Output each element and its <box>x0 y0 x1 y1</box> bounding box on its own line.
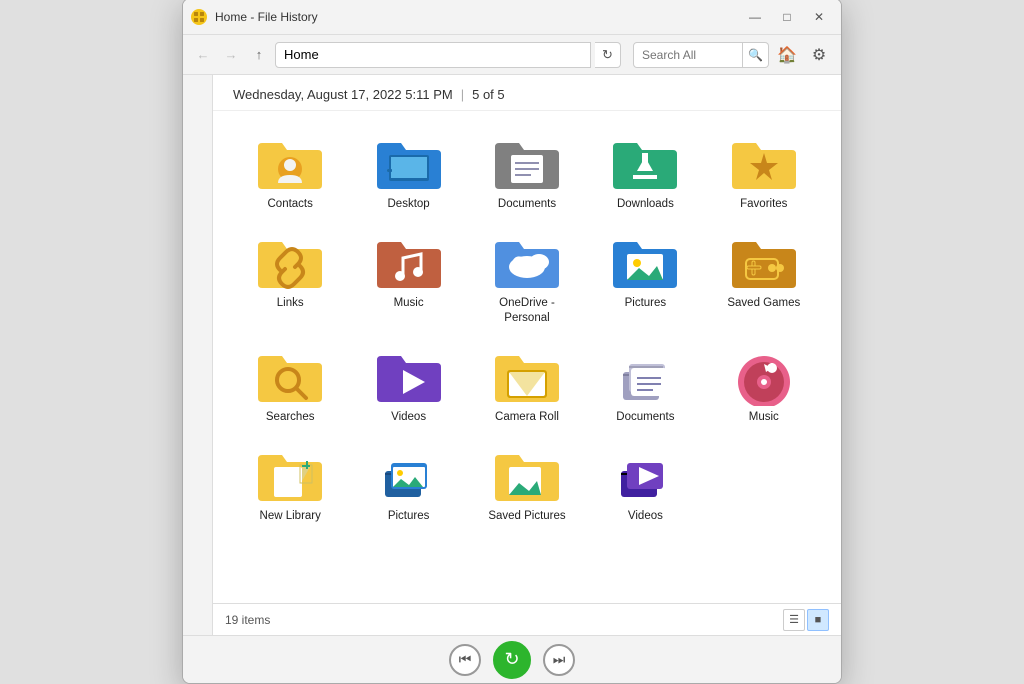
folder-music-lib[interactable]: Music <box>707 340 821 431</box>
address-bar[interactable] <box>275 42 591 68</box>
folder-newlibrary[interactable]: New Library <box>233 439 347 530</box>
folder-onedrive[interactable]: OneDrive - Personal <box>470 226 584 332</box>
folder-documents[interactable]: Documents <box>470 127 584 218</box>
folder-savedgames[interactable]: Saved Games <box>707 226 821 332</box>
home-button[interactable]: 🏠 <box>773 41 801 69</box>
window-title: Home - File History <box>215 10 741 24</box>
folder-videos-lib[interactable]: Videos <box>588 439 702 530</box>
search-bar: 🔍 <box>633 42 769 68</box>
folder-savedpictures[interactable]: Saved Pictures <box>470 439 584 530</box>
folder-contacts-label: Contacts <box>268 197 313 212</box>
item-count: 19 items <box>225 613 270 627</box>
folder-searches-label: Searches <box>266 410 315 425</box>
grid-view-button[interactable]: ■ <box>807 609 829 631</box>
folder-cameraroll-icon <box>491 346 563 406</box>
folder-videos-lib-label: Videos <box>628 509 663 524</box>
folder-downloads-icon <box>609 133 681 193</box>
search-input[interactable] <box>633 42 743 68</box>
folder-links[interactable]: Links <box>233 226 347 332</box>
folder-pictures-label: Pictures <box>625 296 667 311</box>
icons-grid: Contacts Desktop <box>213 111 841 603</box>
folder-cameraroll[interactable]: Camera Roll <box>470 340 584 431</box>
title-bar: Home - File History — □ ✕ <box>183 0 841 35</box>
window-controls: — □ ✕ <box>741 7 833 27</box>
folder-contacts[interactable]: Contacts <box>233 127 347 218</box>
folder-pictures-lib-icon <box>373 445 445 505</box>
last-button[interactable]: ⏭ <box>543 644 575 676</box>
folder-documents-lib-icon <box>609 346 681 406</box>
settings-button[interactable]: ⚙ <box>805 41 833 69</box>
folder-links-icon <box>254 232 326 292</box>
version-text: 5 of 5 <box>472 87 505 102</box>
folder-favorites-label: Favorites <box>740 197 787 212</box>
folder-onedrive-icon <box>491 232 563 292</box>
minimize-button[interactable]: — <box>741 7 769 27</box>
up-button[interactable]: ↑ <box>247 43 271 67</box>
folder-desktop[interactable]: Desktop <box>351 127 465 218</box>
refresh-button[interactable]: ↻ <box>595 42 621 68</box>
folder-music-lib-icon <box>728 346 800 406</box>
main-content: Wednesday, August 17, 2022 5:11 PM | 5 o… <box>183 75 841 635</box>
folder-videos[interactable]: Videos <box>351 340 465 431</box>
folder-searches-icon <box>254 346 326 406</box>
date-text: Wednesday, August 17, 2022 5:11 PM <box>233 87 453 102</box>
view-buttons: ☰ ■ <box>783 609 829 631</box>
bottom-controls: ⏮ ↻ ⏭ <box>183 635 841 683</box>
folder-pictures[interactable]: Pictures <box>588 226 702 332</box>
forward-button[interactable]: → <box>219 43 243 67</box>
folder-music-icon <box>373 232 445 292</box>
sidebar <box>183 75 213 635</box>
folder-savedgames-icon <box>728 232 800 292</box>
folder-pictures-icon <box>609 232 681 292</box>
date-bar: Wednesday, August 17, 2022 5:11 PM | 5 o… <box>213 75 841 111</box>
back-button[interactable]: ← <box>191 43 215 67</box>
status-bar: 19 items ☰ ■ <box>213 603 841 635</box>
folder-favorites[interactable]: Favorites <box>707 127 821 218</box>
folder-newlibrary-icon <box>254 445 326 505</box>
maximize-button[interactable]: □ <box>773 7 801 27</box>
folder-savedgames-label: Saved Games <box>727 296 800 311</box>
list-view-button[interactable]: ☰ <box>783 609 805 631</box>
first-button[interactable]: ⏮ <box>449 644 481 676</box>
folder-documents-lib-label: Documents <box>616 410 674 425</box>
folder-documents-icon <box>491 133 563 193</box>
folder-links-label: Links <box>277 296 304 311</box>
content-area: Wednesday, August 17, 2022 5:11 PM | 5 o… <box>213 75 841 635</box>
folder-savedpictures-label: Saved Pictures <box>488 509 565 524</box>
folder-favorites-icon <box>728 133 800 193</box>
folder-searches[interactable]: Searches <box>233 340 347 431</box>
folder-videos-icon <box>373 346 445 406</box>
folder-savedpictures-icon <box>491 445 563 505</box>
folder-pictures-lib[interactable]: Pictures <box>351 439 465 530</box>
folder-videos-lib-icon <box>609 445 681 505</box>
main-window: Home - File History — □ ✕ ← → ↑ ↻ 🔍 🏠 ⚙ … <box>182 0 842 684</box>
window-icon <box>191 9 207 25</box>
play-button[interactable]: ↻ <box>493 641 531 679</box>
folder-pictures-lib-label: Pictures <box>388 509 430 524</box>
folder-videos-label: Videos <box>391 410 426 425</box>
folder-desktop-icon <box>373 133 445 193</box>
folder-contacts-icon <box>254 133 326 193</box>
folder-music-lib-label: Music <box>749 410 779 425</box>
folder-desktop-label: Desktop <box>388 197 430 212</box>
folder-downloads-label: Downloads <box>617 197 674 212</box>
date-separator: | <box>461 87 464 102</box>
folder-documents-lib[interactable]: Documents <box>588 340 702 431</box>
folder-onedrive-label: OneDrive - Personal <box>484 296 569 326</box>
nav-bar: ← → ↑ ↻ 🔍 🏠 ⚙ <box>183 35 841 75</box>
search-button[interactable]: 🔍 <box>743 42 769 68</box>
folder-newlibrary-label: New Library <box>260 509 321 524</box>
folder-cameraroll-label: Camera Roll <box>495 410 559 425</box>
folder-music[interactable]: Music <box>351 226 465 332</box>
folder-downloads[interactable]: Downloads <box>588 127 702 218</box>
close-button[interactable]: ✕ <box>805 7 833 27</box>
folder-documents-label: Documents <box>498 197 556 212</box>
folder-music-label: Music <box>394 296 424 311</box>
